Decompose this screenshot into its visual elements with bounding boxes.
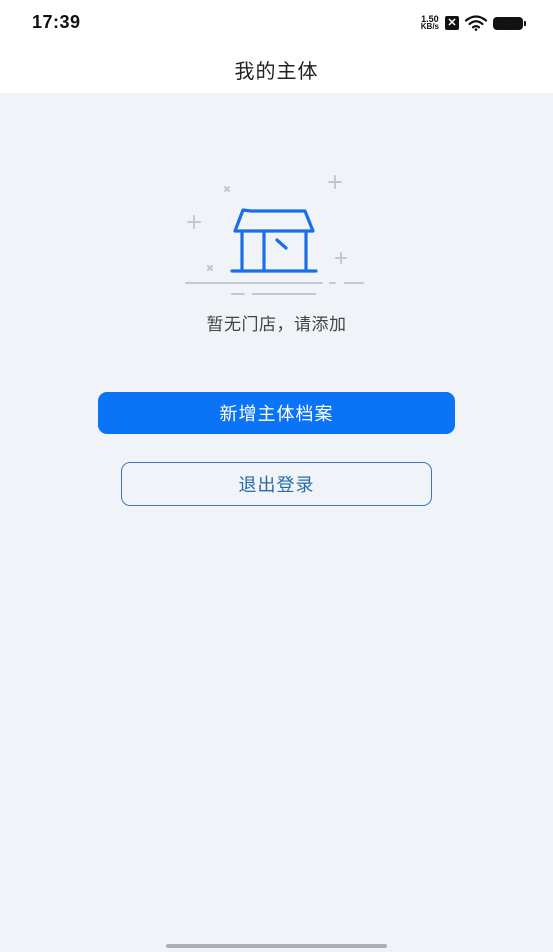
logout-button[interactable]: 退出登录: [121, 462, 432, 506]
status-bar: 17:39 1.50 KB/s ✕: [0, 0, 553, 46]
nav-bar: 我的主体: [0, 46, 553, 93]
page-title: 我的主体: [234, 59, 319, 83]
add-entity-button[interactable]: 新增主体档案: [98, 392, 455, 434]
home-indicator[interactable]: [166, 944, 387, 948]
status-time: 17:39: [32, 12, 81, 32]
network-speed-unit: KB/s: [420, 22, 439, 31]
empty-state-message: 暂无门店，请添加: [206, 315, 347, 335]
status-icons: 1.50 KB/s ✕: [421, 12, 526, 34]
logout-button-label: 退出登录: [238, 475, 315, 496]
sim-off-icon: ✕: [445, 16, 459, 30]
add-entity-button-label: 新增主体档案: [219, 404, 334, 425]
network-speed: 1.50 KB/s: [421, 15, 439, 31]
battery-icon: [493, 16, 526, 30]
store-icon: [185, 175, 364, 295]
wifi-icon: [465, 15, 487, 31]
